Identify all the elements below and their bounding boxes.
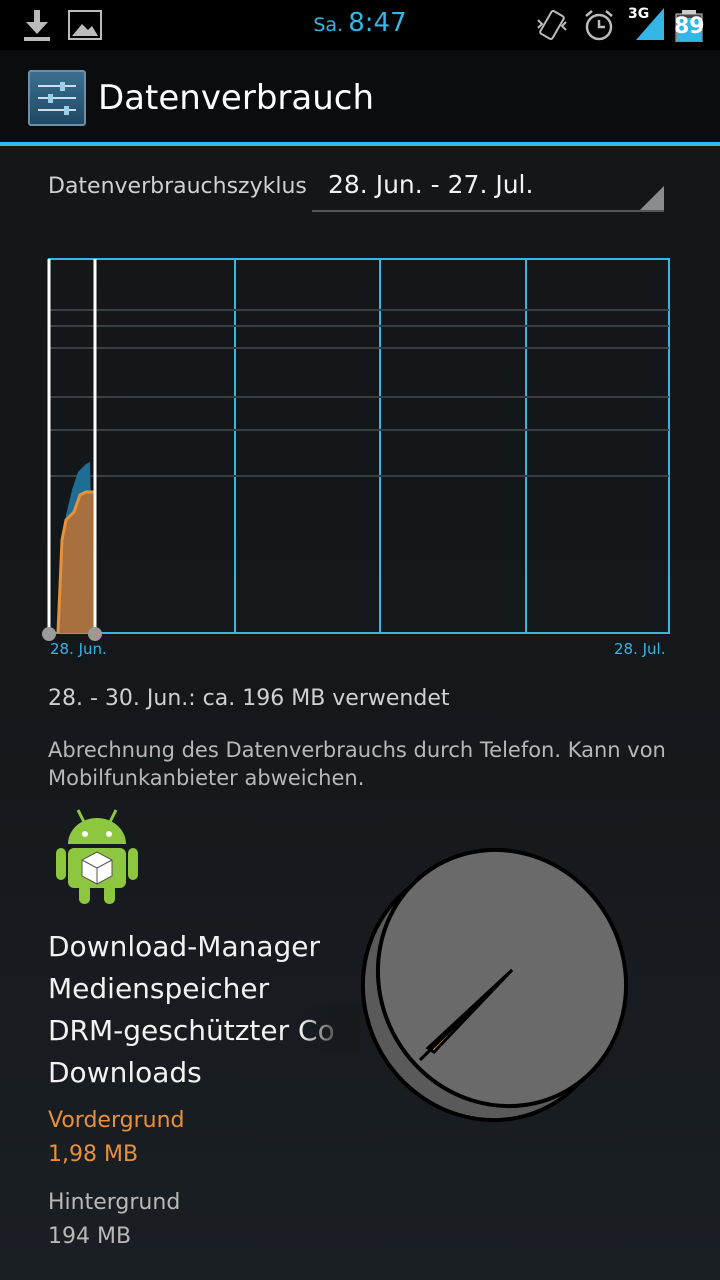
chart-x-start-label: 28. Jun. (50, 640, 107, 658)
status-day: Sa. (313, 14, 344, 36)
usage-pie-icon (360, 847, 629, 1123)
action-bar-divider (0, 142, 720, 146)
app-name: DRM-geschützter Co (48, 1014, 335, 1047)
app-name: Downloads (48, 1056, 202, 1089)
usage-chart[interactable] (40, 250, 680, 650)
vibrate-icon (537, 9, 567, 41)
chart-series-foreground (58, 492, 94, 633)
cycle-label: Datenverbrauchszyklus (48, 174, 307, 199)
alarm-icon (585, 10, 613, 41)
status-time: 8:47 (348, 8, 407, 38)
spinner-arrow-icon (640, 186, 664, 210)
billing-note: Abrechnung des Datenverbrauchs durch Tel… (48, 738, 666, 790)
sweep-start-handle (42, 627, 56, 641)
battery-percent: 89 (674, 14, 705, 39)
settings-sliders-glyph (38, 82, 76, 115)
android-icon (56, 809, 138, 904)
signal-icon (636, 8, 664, 40)
app-name: Medienspeicher (48, 972, 270, 1005)
cycle-value: 28. Jun. - 27. Jul. (328, 170, 534, 199)
foreground-label: Vordergrund (48, 1108, 185, 1133)
settings-sliders-icon[interactable] (28, 70, 86, 126)
foreground-value: 1,98 MB (48, 1142, 139, 1167)
background-label: Hintergrund (48, 1190, 181, 1215)
app-name: Download-Manager (48, 930, 321, 963)
app-name-list: Download-Manager Medienspeicher DRM-gesc… (48, 926, 335, 1094)
chart-frame (48, 258, 670, 634)
background-value: 194 MB (48, 1224, 132, 1249)
page-title: Datenverbrauch (98, 78, 375, 118)
sweep-end-handle (88, 627, 102, 641)
usage-summary: 28. - 30. Jun.: ca. 196 MB verwendet (48, 686, 450, 711)
chart-x-end-label: 28. Jul. (614, 640, 666, 658)
